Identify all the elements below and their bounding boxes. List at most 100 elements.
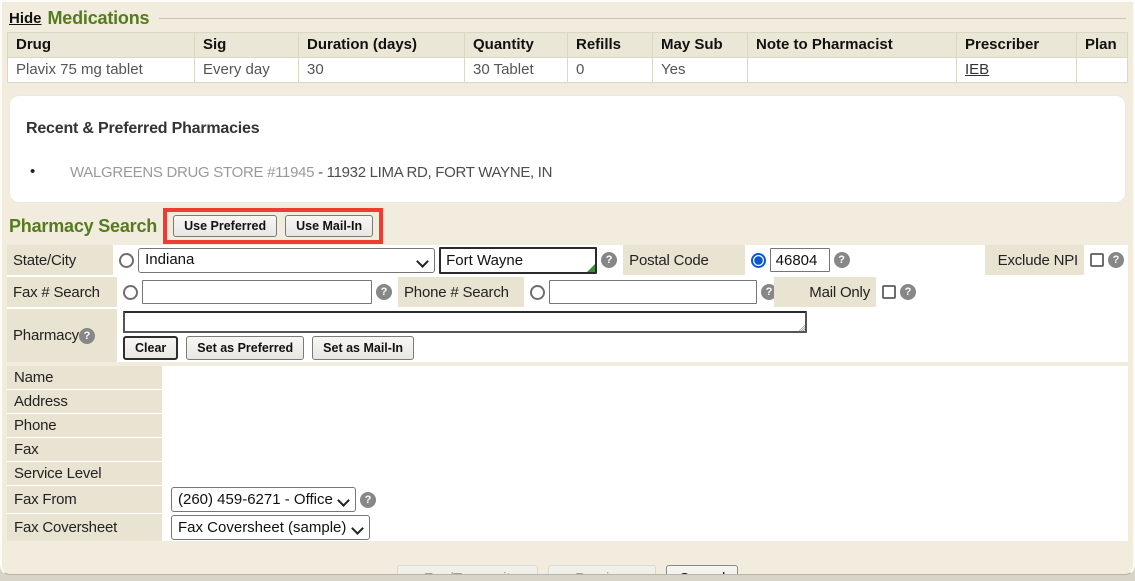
phone-search-input[interactable] — [549, 280, 757, 304]
medications-title: Medications — [48, 8, 150, 29]
col-header-note: Note to Pharmacist — [748, 33, 956, 57]
fax-search-help-icon[interactable]: ? — [376, 284, 392, 300]
col-header-plan: Plan — [1077, 33, 1127, 57]
state-city-radio[interactable] — [119, 253, 134, 268]
recent-pharmacies-card: Recent & Preferred Pharmacies WALGREENS … — [9, 95, 1126, 203]
recent-pharmacies-title: Recent & Preferred Pharmacies — [26, 120, 1109, 138]
city-help-icon[interactable]: ? — [601, 252, 617, 268]
name-row: Name — [7, 366, 1128, 389]
footer-actions: -- Fax/Transmit -- -- Preview -- Cancel — [7, 565, 1128, 575]
fax-from-field: (260) 459-6271 - Office ? — [164, 486, 1128, 513]
pharmacy-input[interactable] — [123, 311, 807, 333]
state-select[interactable]: Indiana — [138, 248, 435, 273]
recent-pharmacies-list: WALGREENS DRUG STORE #11945 - 11932 LIMA… — [26, 164, 1109, 181]
highlight-box: Use Preferred Use Mail-In — [163, 208, 383, 244]
exclude-npi-checkbox[interactable] — [1090, 253, 1104, 267]
col-header-duration: Duration (days) — [299, 33, 464, 57]
pharmacy-search-title: Pharmacy Search — [9, 216, 157, 237]
postal-code-input[interactable] — [770, 248, 830, 272]
service-level-value — [164, 462, 1128, 485]
pharmacy-name-link[interactable]: WALGREENS DRUG STORE #11945 — [70, 164, 314, 181]
pharmacy-label-text: Pharmacy — [13, 327, 79, 344]
col-header-may-sub: May Sub — [653, 33, 747, 57]
medication-plan — [1077, 58, 1127, 82]
pharmacy-help-icon[interactable]: ? — [79, 328, 95, 344]
list-item: WALGREENS DRUG STORE #11945 - 11932 LIMA… — [26, 164, 1109, 181]
postal-code-help-icon[interactable]: ? — [834, 252, 850, 268]
col-header-drug: Drug — [8, 33, 194, 57]
medication-row: Plavix 75 mg tablet Every day 30 30 Tabl… — [8, 58, 1127, 82]
use-mail-in-button[interactable]: Use Mail-In — [285, 215, 373, 237]
medication-drug: Plavix 75 mg tablet — [8, 58, 194, 82]
eprescribe-panel: Hide Medications Drug Sig Duration (days… — [0, 0, 1135, 575]
pharmacy-row: Pharmacy? Clear Set as Preferred Set as … — [7, 309, 1128, 362]
fax-search-fields: ? — [119, 277, 396, 307]
fax-from-row: Fax From (260) 459-6271 - Office ? — [7, 486, 1128, 513]
fax-search-label: Fax # Search — [7, 277, 117, 307]
city-input[interactable] — [439, 247, 597, 274]
medication-may-sub: Yes — [653, 58, 747, 82]
use-preferred-button[interactable]: Use Preferred — [173, 215, 277, 237]
phone-search-fields: ? — [526, 277, 772, 307]
pharmacy-search-header: Pharmacy Search Use Preferred Use Mail-I… — [9, 209, 1128, 243]
fax-from-select[interactable]: (260) 459-6271 - Office — [171, 487, 356, 512]
fax-search-input[interactable] — [142, 280, 372, 304]
service-level-label: Service Level — [7, 462, 162, 485]
medications-header: Hide Medications — [7, 6, 1128, 32]
col-header-quantity: Quantity — [465, 33, 567, 57]
exclude-npi-label: Exclude NPI — [985, 245, 1084, 275]
fax-coversheet-field: Fax Coversheet (sample) — [164, 514, 1128, 541]
pharmacy-address: - 11932 LIMA RD, FORT WAYNE, IN — [314, 164, 552, 181]
fax-coversheet-row: Fax Coversheet Fax Coversheet (sample) — [7, 514, 1128, 541]
pharmacy-fields: Clear Set as Preferred Set as Mail-In — [119, 309, 1128, 360]
state-select-wrap: Indiana — [138, 248, 435, 273]
set-as-preferred-button[interactable]: Set as Preferred — [186, 336, 304, 360]
mail-only-help-icon[interactable]: ? — [900, 284, 916, 300]
set-as-mail-in-button[interactable]: Set as Mail-In — [312, 336, 414, 360]
hide-medications-link[interactable]: Hide — [9, 10, 42, 27]
exclude-npi-help-icon[interactable]: ? — [1108, 252, 1124, 268]
fax-coversheet-label: Fax Coversheet — [7, 514, 162, 541]
pharmacy-label: Pharmacy? — [7, 309, 117, 362]
fax-phone-row: Fax # Search ? Phone # Search ? Mail Onl… — [7, 277, 1128, 309]
cancel-button[interactable]: Cancel — [666, 565, 739, 575]
postal-code-radio[interactable] — [751, 253, 766, 268]
city-input-wrap — [439, 247, 597, 274]
mail-only-fields: ? — [878, 277, 1128, 307]
fax-row: Fax — [7, 438, 1128, 461]
fax-transmit-button: -- Fax/Transmit -- — [397, 565, 538, 575]
postal-code-fields: ? — [747, 245, 984, 275]
state-city-row: State/City Indiana ? Postal Code ? E — [7, 245, 1128, 277]
fax-value — [164, 438, 1128, 461]
medication-refills: 0 — [568, 58, 652, 82]
fax-coversheet-select[interactable]: Fax Coversheet (sample) — [171, 515, 370, 540]
phone-search-radio[interactable] — [530, 285, 545, 300]
preview-button: -- Preview -- — [548, 565, 656, 575]
col-header-refills: Refills — [568, 33, 652, 57]
mail-only-checkbox[interactable] — [882, 285, 896, 299]
phone-search-label: Phone # Search — [398, 277, 524, 307]
clear-button[interactable]: Clear — [123, 336, 178, 360]
state-city-fields: Indiana ? — [115, 245, 621, 275]
name-value — [164, 366, 1128, 389]
pharmacy-search-form: State/City Indiana ? Postal Code ? E — [7, 245, 1128, 362]
medication-quantity: 30 Tablet — [465, 58, 567, 82]
phone-value — [164, 414, 1128, 437]
postal-code-label: Postal Code — [623, 245, 745, 275]
medication-note — [748, 58, 956, 82]
medications-table: Drug Sig Duration (days) Quantity Refill… — [7, 32, 1128, 83]
medications-table-header: Drug Sig Duration (days) Quantity Refill… — [8, 33, 1127, 57]
phone-label: Phone — [7, 414, 162, 437]
fax-from-label: Fax From — [7, 486, 162, 513]
fax-from-help-icon[interactable]: ? — [360, 492, 376, 508]
mail-only-label: Mail Only — [774, 277, 876, 307]
fax-search-radio[interactable] — [123, 285, 138, 300]
col-header-prescriber: Prescriber — [957, 33, 1076, 57]
name-label: Name — [7, 366, 162, 389]
pharmacy-details: Name Address Phone Fax Service Level Fax… — [7, 366, 1128, 541]
exclude-npi-fields: ? — [1086, 245, 1128, 275]
state-city-label: State/City — [7, 245, 113, 275]
prescriber-link[interactable]: IEB — [965, 61, 989, 78]
col-header-sig: Sig — [195, 33, 298, 57]
medications-divider — [159, 18, 1126, 19]
